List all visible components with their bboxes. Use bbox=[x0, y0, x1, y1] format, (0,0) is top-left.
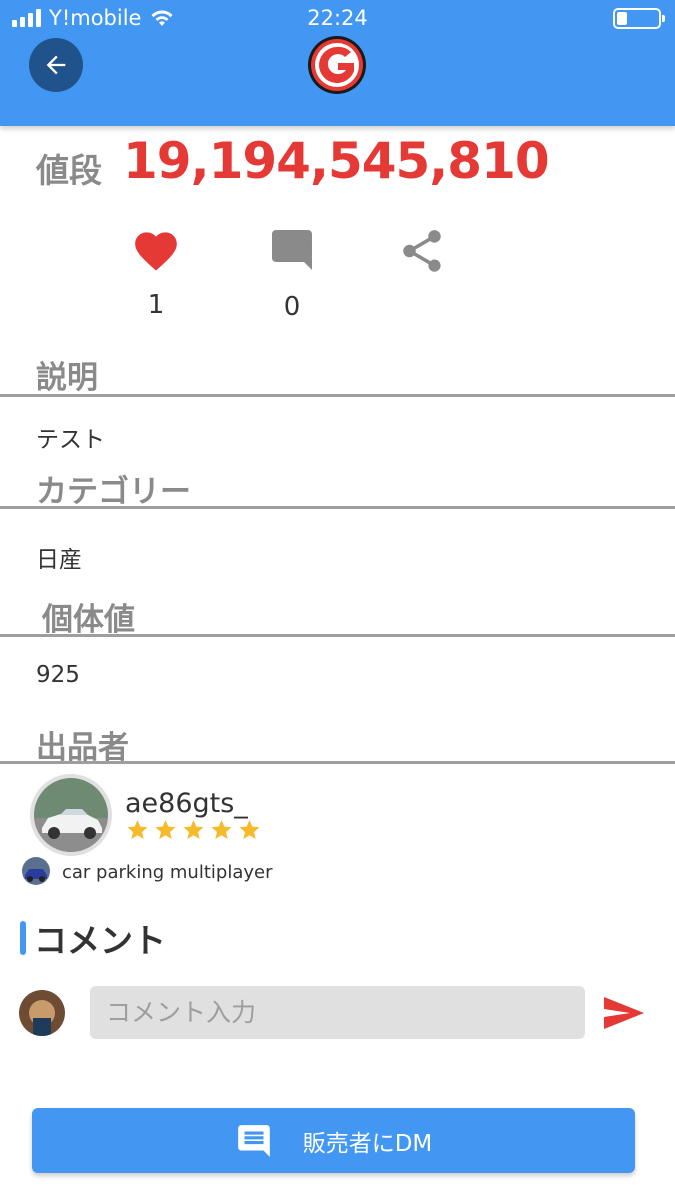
divider bbox=[0, 394, 675, 397]
dm-button-label: 販売者にDM bbox=[302, 1130, 433, 1157]
seller-avatar[interactable] bbox=[30, 774, 112, 856]
like-count: 1 bbox=[147, 290, 165, 320]
game-name: car parking multiplayer bbox=[62, 862, 273, 883]
battery-icon bbox=[613, 8, 665, 29]
price-value: 19,194,545,810 bbox=[123, 132, 550, 190]
star-icon bbox=[183, 820, 204, 839]
divider bbox=[0, 634, 675, 637]
comment-icon bbox=[272, 230, 312, 270]
description-title: 説明 bbox=[36, 360, 98, 396]
comment-button[interactable]: 0 bbox=[262, 226, 322, 322]
seller-name[interactable]: ae86gts_ bbox=[125, 788, 248, 819]
comment-count: 0 bbox=[283, 292, 301, 322]
comment-input[interactable] bbox=[90, 986, 585, 1039]
app-header: Y!mobile 22:24 bbox=[0, 0, 675, 126]
divider bbox=[0, 506, 675, 509]
comment-heading: コメント bbox=[20, 914, 166, 962]
send-icon bbox=[604, 997, 644, 1029]
send-button[interactable] bbox=[602, 995, 646, 1031]
individual-value: 925 bbox=[36, 662, 80, 688]
share-button[interactable] bbox=[392, 226, 452, 280]
app-logo bbox=[308, 36, 366, 94]
battery-level bbox=[617, 12, 627, 25]
star-icon bbox=[155, 820, 176, 839]
status-time: 22:24 bbox=[307, 6, 368, 30]
divider bbox=[0, 761, 675, 764]
individual-value-title: 個体値 bbox=[42, 602, 135, 638]
like-button[interactable]: 1 bbox=[126, 226, 186, 320]
dm-seller-button[interactable]: 販売者にDM bbox=[32, 1108, 635, 1173]
heart-icon bbox=[135, 232, 177, 271]
share-icon bbox=[403, 230, 441, 272]
price-label: 値段 bbox=[36, 151, 102, 190]
star-icon bbox=[211, 820, 232, 839]
seller-rating bbox=[125, 818, 262, 842]
category-value: 日産 bbox=[36, 547, 82, 573]
back-button[interactable] bbox=[29, 38, 83, 92]
status-bar: Y!mobile 22:24 bbox=[0, 0, 675, 38]
user-avatar bbox=[19, 990, 65, 1036]
description-value: テスト bbox=[36, 427, 105, 453]
category-title: カテゴリー bbox=[36, 474, 191, 510]
star-icon bbox=[239, 820, 260, 839]
car-photo bbox=[34, 778, 108, 852]
comment-heading-label: コメント bbox=[34, 921, 166, 960]
arrow-left-icon bbox=[46, 55, 66, 75]
accent-bar bbox=[20, 921, 26, 955]
game-icon bbox=[22, 857, 50, 885]
chat-icon bbox=[237, 1124, 270, 1157]
star-icon bbox=[127, 820, 148, 839]
